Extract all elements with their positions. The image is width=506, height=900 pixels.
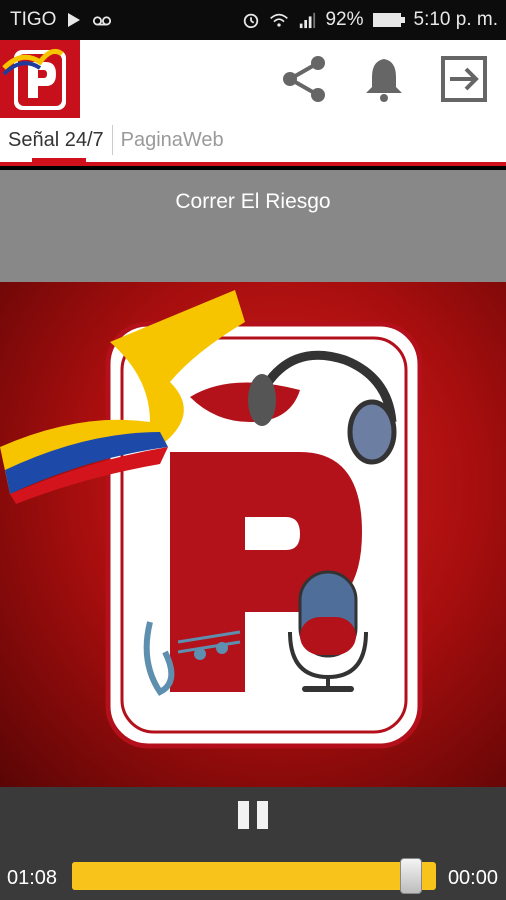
- pause-icon: [238, 801, 249, 829]
- player-controls: 01:08 00:00: [0, 787, 506, 900]
- total-time: 00:00: [447, 867, 498, 889]
- exit-button[interactable]: [438, 53, 490, 105]
- battery-percent: 92%: [325, 9, 364, 30]
- pause-icon: [257, 801, 268, 829]
- tab-senal[interactable]: Señal 24/7: [0, 118, 112, 166]
- pause-button[interactable]: [238, 801, 268, 829]
- station-artwork: [0, 282, 506, 787]
- clock: 5:10 p. m.: [413, 9, 499, 30]
- bell-icon: [366, 59, 402, 102]
- share-icon: [283, 56, 325, 102]
- seek-thumb[interactable]: [399, 858, 422, 894]
- signal-icon: [300, 12, 316, 29]
- wifi-icon: [270, 13, 289, 27]
- app-bar: [0, 40, 506, 118]
- seek-progress: [72, 862, 411, 890]
- tab-paginaweb-label: PaginaWeb: [120, 128, 224, 151]
- current-time: 01:08: [7, 867, 58, 889]
- logout-icon: [441, 56, 487, 102]
- seek-bar[interactable]: [72, 858, 436, 894]
- battery-icon: [372, 13, 405, 27]
- tab-paginaweb[interactable]: PaginaWeb: [113, 118, 232, 162]
- tab-senal-label: Señal 24/7: [8, 128, 104, 151]
- now-playing-band: Correr El Riesgo: [0, 170, 506, 282]
- app-logo[interactable]: [0, 40, 80, 118]
- share-button[interactable]: [278, 53, 330, 105]
- carrier-label: TIGO: [10, 9, 57, 30]
- voicemail-icon: [93, 16, 112, 26]
- play-icon: [68, 13, 81, 27]
- status-bar: TIGO 92% 5:10 p. m.: [0, 0, 506, 40]
- tab-bar: Señal 24/7 PaginaWeb: [0, 118, 506, 166]
- notifications-button[interactable]: [358, 53, 410, 105]
- song-title: Correr El Riesgo: [175, 190, 331, 213]
- alarm-icon: [244, 13, 259, 29]
